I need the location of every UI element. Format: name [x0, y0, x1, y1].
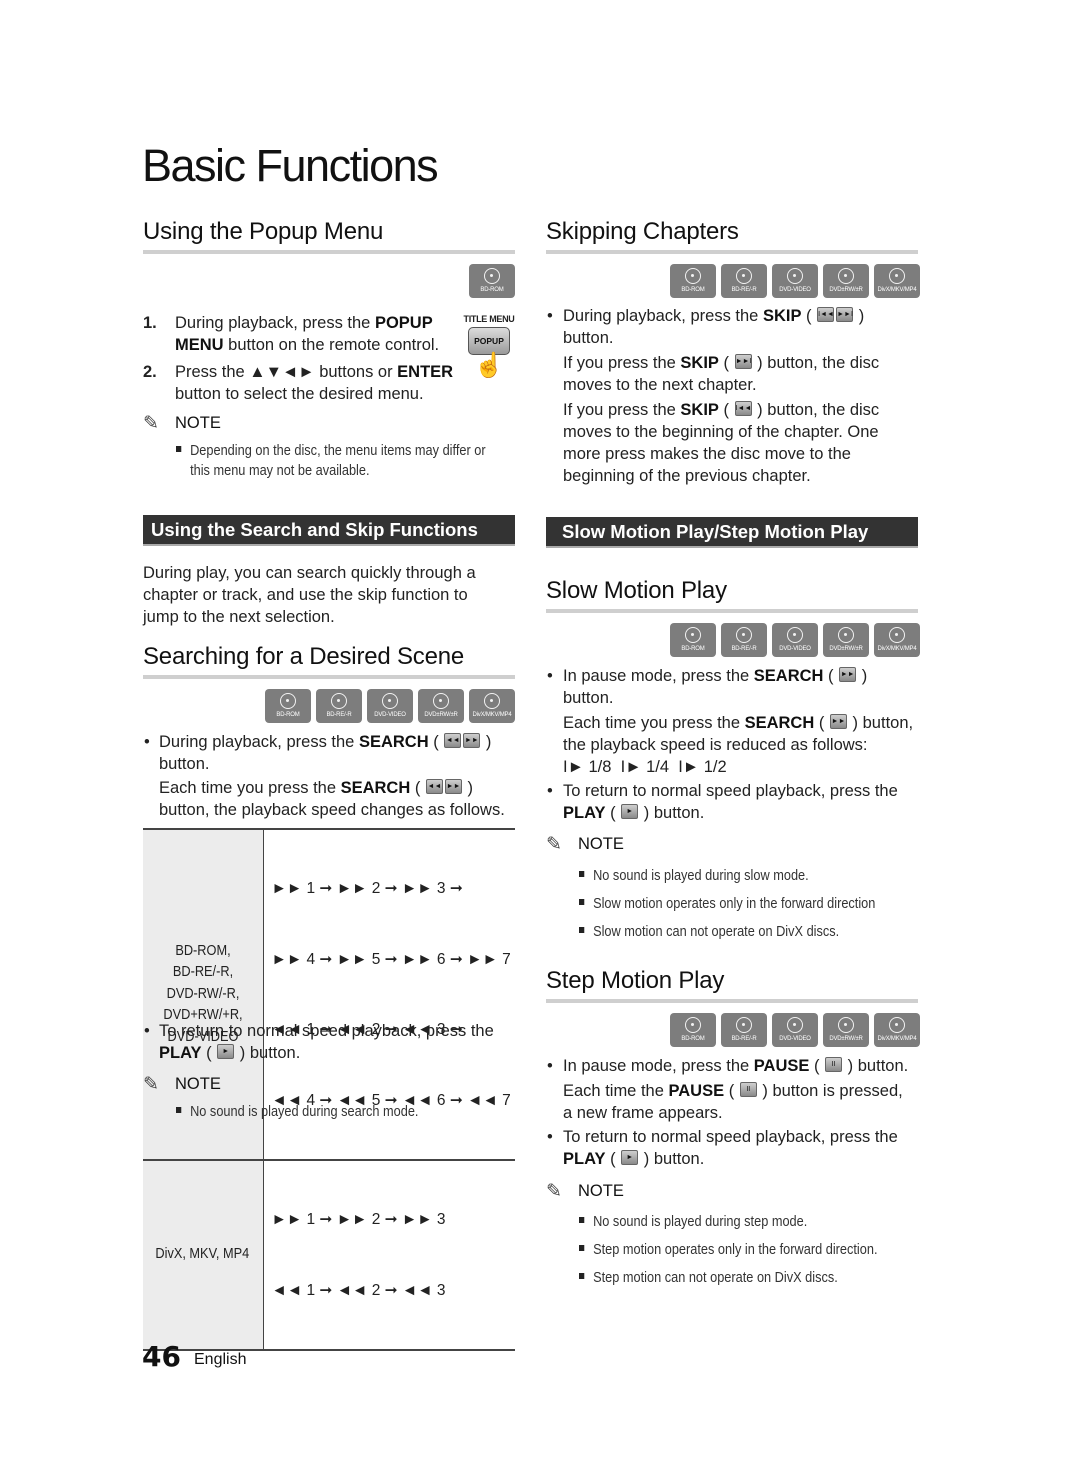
pause-button-icon: II [739, 1082, 757, 1098]
bullet-dot: • [144, 733, 150, 751]
note-header-step: ✎ NOTE [546, 1181, 624, 1202]
step-return-bullet: • To return to normal speed playback, pr… [547, 1128, 898, 1168]
pencil-icon: ✎ [546, 1181, 562, 1202]
step-bullet: • In pause mode, press the PAUSE ( II ) … [547, 1057, 909, 1122]
pencil-icon: ✎ [143, 413, 159, 434]
disc-icons-search: BD-ROM BD-RE/-R DVD-VIDEO DVD±RW/±R DivX… [265, 689, 515, 723]
dvd-rw-disc-icon: DVD±RW/±R [823, 623, 869, 657]
rewind-button-icon: ◄◄ [425, 779, 443, 795]
bd-rom-disc-icon: BD-ROM [265, 689, 311, 723]
dvd-video-disc-icon: DVD-VIDEO [367, 689, 413, 723]
rewind-button-icon: ◄◄ [444, 733, 462, 749]
search-skip-intro: During play, you can search quickly thro… [143, 564, 476, 626]
slow-speeds: I► 1/8 I► 1/4 I► 1/2 [563, 758, 727, 776]
bd-re-disc-icon: BD-RE/-R [316, 689, 362, 723]
bd-rom-disc-icon: BD-ROM [670, 264, 716, 298]
heading-rule [143, 250, 515, 254]
search-return-bullet: • To return to normal speed playback, pr… [144, 1022, 494, 1062]
divx-film-icon: DivX/MKV/MP4 [874, 1013, 920, 1047]
skip-back-button-icon: I◄◄ [734, 401, 752, 417]
dvd-video-disc-icon: DVD-VIDEO [772, 1013, 818, 1047]
heading-rule [546, 250, 918, 254]
note-step: No sound is played during step mode. Ste… [579, 1208, 878, 1292]
heading-searching-scene: Searching for a Desired Scene [143, 643, 465, 670]
heading-rule [546, 609, 918, 613]
disc-icons-popup: BD-ROM [469, 264, 515, 298]
square-bullet-icon [176, 1107, 182, 1114]
heading-rule [143, 675, 515, 679]
play-button-icon: ► [621, 804, 639, 820]
dvd-rw-disc-icon: DVD±RW/±R [418, 689, 464, 723]
play-button-icon: ► [621, 1150, 639, 1166]
divx-film-icon: DivX/MKV/MP4 [874, 623, 920, 657]
table-row: DivX, MKV, MP4 ►► 1 ➞ ►► 2 ➞ ►► 3 ◄◄ 1 ➞… [143, 1160, 515, 1350]
popup-step-1: 1. During playback, press the POPUP MENU … [143, 314, 440, 354]
title-menu-caption: TITLE MENU [463, 314, 515, 324]
popup-step-2: 2. Press the ▲▼◄► buttons or ENTER button… [143, 363, 454, 403]
hand-pointer-icon: ☝ [474, 352, 504, 379]
square-bullet-icon [176, 446, 182, 453]
pause-button-icon: II [825, 1057, 843, 1073]
page-number: 46 [142, 1340, 181, 1373]
divx-film-icon: DivX/MKV/MP4 [874, 264, 920, 298]
page-title: Basic Functions [142, 140, 439, 191]
note-header-popup: ✎ NOTE [143, 413, 221, 434]
heading-step-motion: Step Motion Play [546, 967, 725, 994]
note-header-slow: ✎ NOTE [546, 834, 624, 855]
popup-remote-illustration: TITLE MENU POPUP ☝ [461, 314, 517, 380]
dvd-rw-disc-icon: DVD±RW/±R [823, 264, 869, 298]
disc-icons-step: BD-ROM BD-RE/-R DVD-VIDEO DVD±RW/±R DivX… [670, 1013, 920, 1047]
dvd-video-disc-icon: DVD-VIDEO [772, 264, 818, 298]
section-bar-motion: Slow Motion Play/Step Motion Play [546, 517, 918, 548]
disc-icons-skip: BD-ROM BD-RE/-R DVD-VIDEO DVD±RW/±R DivX… [670, 264, 920, 298]
dvd-video-disc-icon: DVD-VIDEO [772, 623, 818, 657]
format-cell: DivX, MKV, MP4 [143, 1160, 264, 1350]
bd-re-disc-icon: BD-RE/-R [721, 1013, 767, 1047]
fast-forward-button-icon: ►► [829, 714, 847, 730]
search-bullet: • During playback, press the SEARCH ( ◄◄… [144, 733, 505, 819]
square-bullet-icon [579, 871, 585, 878]
divx-film-icon: DivX/MKV/MP4 [469, 689, 515, 723]
note-popup: Depending on the disc, the menu items ma… [176, 441, 486, 481]
heading-rule [546, 999, 918, 1003]
heading-skipping-chapters: Skipping Chapters [546, 218, 739, 245]
fast-forward-button-icon: ►► [463, 733, 481, 749]
square-bullet-icon [579, 899, 585, 906]
bd-rom-disc-icon: BD-ROM [670, 1013, 716, 1047]
disc-icons-slow: BD-ROM BD-RE/-R DVD-VIDEO DVD±RW/±R DivX… [670, 623, 920, 657]
pencil-icon: ✎ [143, 1074, 159, 1095]
dvd-rw-disc-icon: DVD±RW/±R [823, 1013, 869, 1047]
skip-forward-button-icon: ►►I [734, 354, 752, 370]
fast-forward-button-icon: ►► [839, 667, 857, 683]
play-button-icon: ► [217, 1044, 235, 1060]
heading-slow-motion: Slow Motion Play [546, 577, 727, 604]
pencil-icon: ✎ [546, 834, 562, 855]
square-bullet-icon [579, 1245, 585, 1252]
square-bullet-icon [579, 927, 585, 934]
bd-rom-disc-icon: BD-ROM [469, 264, 515, 298]
fast-forward-button-icon: ►► [444, 779, 462, 795]
skip-bullet: • During playback, press the SKIP ( I◄◄ ►… [547, 307, 880, 485]
heading-popup-menu: Using the Popup Menu [143, 218, 384, 245]
section-bar-search-skip: Using the Search and Skip Functions [143, 515, 515, 546]
slow-return-bullet: • To return to normal speed playback, pr… [547, 782, 898, 822]
square-bullet-icon [579, 1273, 585, 1280]
note-header-search: ✎ NOTE [143, 1074, 221, 1095]
bd-rom-disc-icon: BD-ROM [670, 623, 716, 657]
bd-re-disc-icon: BD-RE/-R [721, 623, 767, 657]
speed-sequence-cell: ►► 1 ➞ ►► 2 ➞ ►► 3 ◄◄ 1 ➞ ◄◄ 2 ➞ ◄◄ 3 [271, 1211, 446, 1299]
skip-forward-button-icon: ►►I [836, 307, 854, 323]
slow-bullet: • In pause mode, press the SEARCH ( ►► )… [547, 667, 914, 776]
skip-back-button-icon: I◄◄ [817, 307, 835, 323]
page-language: English [194, 1351, 247, 1368]
note-search: No sound is played during search mode. [176, 1102, 418, 1122]
note-slow: No sound is played during slow mode. Slo… [579, 862, 875, 946]
bd-re-disc-icon: BD-RE/-R [721, 264, 767, 298]
square-bullet-icon [579, 1217, 585, 1224]
